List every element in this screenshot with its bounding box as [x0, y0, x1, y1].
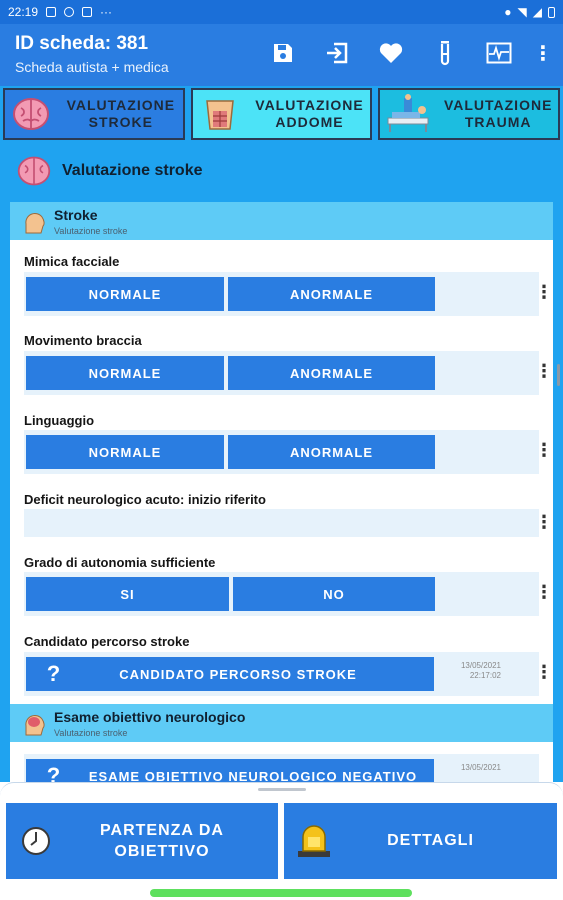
no-button[interactable]: NO: [233, 577, 435, 611]
more-options-icon[interactable]: ⋮: [535, 282, 553, 303]
partenza-button[interactable]: PARTENZA DA OBIETTIVO: [6, 803, 278, 879]
question-label: Grado di autonomia sufficiente: [24, 555, 216, 570]
siren-icon: [298, 825, 330, 857]
more-options-icon[interactable]: ⋮: [535, 512, 553, 533]
drag-handle[interactable]: [258, 788, 306, 791]
button-label: ESAME OBIETTIVO NEUROLOGICO NEGATIVO: [88, 768, 418, 783]
section-header: Valutazione stroke: [0, 142, 563, 200]
help-icon: ?: [46, 763, 62, 782]
anormale-button[interactable]: ANORMALE: [228, 356, 435, 390]
message-icon: [82, 7, 93, 17]
gallery-icon: [46, 7, 57, 17]
dettagli-button[interactable]: DETTAGLI: [284, 803, 557, 879]
tab-valutazione-stroke[interactable]: VALUTAZIONE STROKE: [3, 88, 185, 140]
heart-icon[interactable]: [375, 37, 407, 69]
app-bar: ID scheda: 381 Scheda autista + medica ⋮: [0, 24, 563, 86]
si-button[interactable]: SI: [26, 577, 229, 611]
tab-label: VALUTAZIONE STROKE: [66, 97, 176, 130]
tab-valutazione-trauma[interactable]: VALUTAZIONE TRAUMA: [378, 88, 561, 140]
group-title: Stroke: [54, 207, 98, 223]
group-subtitle: Valutazione stroke: [54, 728, 128, 738]
timestamp-date: 13/05/2021: [460, 763, 501, 772]
gesture-nav-bar[interactable]: [150, 889, 412, 897]
timestamp: 13/05/2021: [461, 763, 501, 773]
candidato-percorso-button[interactable]: ? CANDIDATO PERCORSO STROKE: [26, 657, 434, 691]
status-extra: ···: [100, 5, 113, 19]
deficit-input[interactable]: [24, 509, 539, 537]
more-options-icon[interactable]: ⋮: [535, 662, 553, 683]
location-icon: ●: [504, 5, 512, 19]
partenza-label: PARTENZA DA OBIETTIVO: [100, 822, 224, 860]
dettagli-label: DETTAGLI: [387, 832, 474, 849]
torso-icon: [205, 100, 234, 130]
question-label: Candidato percorso stroke: [24, 634, 190, 649]
signal-icon: ◢: [532, 5, 542, 19]
status-time: 22:19: [8, 5, 39, 19]
tab-label: VALUTAZIONE ADDOME: [255, 97, 364, 130]
login-icon[interactable]: [321, 37, 353, 69]
assessment-tabs: VALUTAZIONE STROKE VALUTAZIONE ADDOME VA…: [0, 86, 563, 142]
question-label: Linguaggio: [24, 413, 95, 428]
answer-row-autonomia: SI NO: [24, 572, 539, 616]
content-area: Valutazione stroke Stroke Valutazione st…: [0, 142, 563, 782]
anormale-button[interactable]: ANORMALE: [228, 435, 435, 469]
clock-icon: [22, 827, 50, 855]
tab-label: VALUTAZIONE TRAUMA: [443, 97, 553, 130]
help-icon: ?: [46, 661, 62, 686]
answer-row-candidato: ? CANDIDATO PERCORSO STROKE 13/05/2021 2…: [24, 652, 539, 696]
button-label: CANDIDATO PERCORSO STROKE: [119, 666, 357, 682]
group-title: Esame obiettivo neurologico: [54, 709, 246, 725]
answer-row-esame: ? ESAME OBIETTIVO NEUROLOGICO NEGATIVO 1…: [24, 754, 539, 782]
ecg-monitor-icon[interactable]: [483, 37, 515, 69]
more-options-icon[interactable]: ⋮: [535, 361, 553, 382]
more-vert-icon[interactable]: ⋮: [533, 37, 553, 69]
page-title: ID scheda: 381: [15, 33, 149, 54]
head-profile-icon: [25, 213, 45, 234]
page-subtitle: Scheda autista + medica: [15, 59, 169, 75]
esame-negativo-button[interactable]: ? ESAME OBIETTIVO NEUROLOGICO NEGATIVO: [26, 759, 434, 782]
more-options-icon[interactable]: ⋮: [535, 582, 553, 603]
normale-button[interactable]: NORMALE: [26, 356, 224, 390]
battery-icon: [548, 6, 555, 18]
bottom-sheet: PARTENZA DA OBIETTIVO DETTAGLI: [0, 782, 563, 900]
question-label: Mimica facciale: [24, 254, 120, 269]
save-icon[interactable]: [267, 37, 299, 69]
scrollbar[interactable]: [557, 364, 560, 386]
group-header-esame: Esame obiettivo neurologico Valutazione …: [10, 704, 553, 742]
status-bar: 22:19 ··· ● ◥ ◢: [0, 0, 563, 24]
bluetooth-icon: [64, 7, 75, 17]
timestamp-date: 13/05/2021: [460, 661, 501, 670]
more-options-icon[interactable]: ⋮: [535, 440, 553, 461]
patient-bed-icon: [387, 94, 429, 132]
question-label: Deficit neurologico acuto: inizio riferi…: [24, 492, 266, 507]
answer-row-mimica: NORMALE ANORMALE: [24, 272, 539, 316]
anormale-button[interactable]: ANORMALE: [228, 277, 435, 311]
answer-row-linguaggio: NORMALE ANORMALE: [24, 430, 539, 474]
normale-button[interactable]: NORMALE: [26, 435, 224, 469]
stroke-card: Stroke Valutazione stroke Mimica faccial…: [10, 202, 553, 782]
brain-icon: [13, 98, 49, 130]
normale-button[interactable]: NORMALE: [26, 277, 224, 311]
tab-valutazione-addome[interactable]: VALUTAZIONE ADDOME: [190, 88, 373, 140]
group-subtitle: Valutazione stroke: [54, 226, 128, 236]
test-tube-icon[interactable]: [429, 37, 461, 69]
section-title: Valutazione stroke: [62, 162, 203, 179]
timestamp: 13/05/2021 22:17:02: [461, 661, 501, 681]
question-label: Movimento braccia: [24, 333, 142, 348]
head-brain-icon: [25, 715, 45, 736]
timestamp-time: 22:17:02: [469, 671, 501, 680]
brain-icon: [17, 156, 51, 186]
group-header-stroke: Stroke Valutazione stroke: [10, 202, 553, 240]
wifi-icon: ◥: [517, 5, 527, 19]
answer-row-braccia: NORMALE ANORMALE: [24, 351, 539, 395]
